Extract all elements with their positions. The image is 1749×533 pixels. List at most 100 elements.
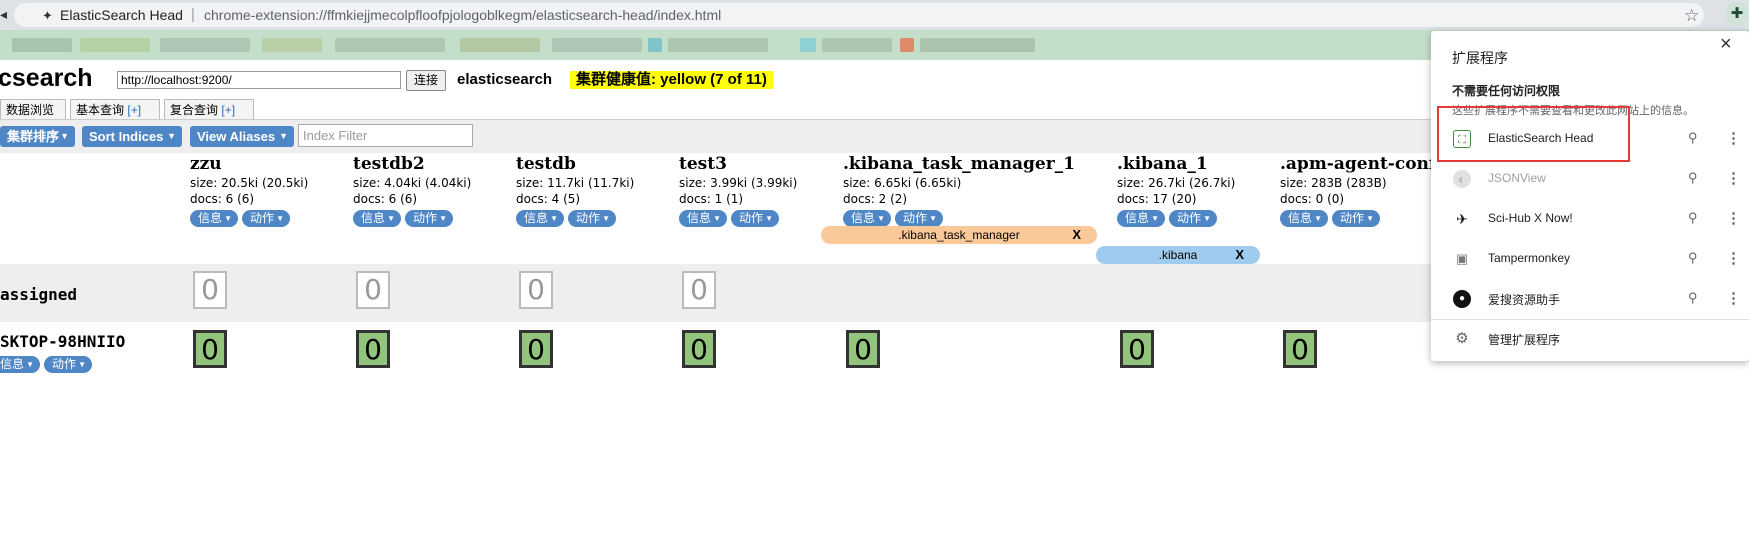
alias-remove-button[interactable]: X (1072, 226, 1081, 244)
extension-item-tampermonkey[interactable]: ▣ Tampermonkey ⚲ ⋮ (1431, 241, 1749, 277)
blurred-bookmark[interactable] (648, 38, 662, 52)
alias-kibana[interactable]: .kibana X (1096, 246, 1260, 264)
index-info-button[interactable]: 信息 ▼ (679, 210, 728, 227)
node-info-button[interactable]: 信息 ▼ (0, 356, 41, 373)
blurred-bookmark[interactable] (80, 38, 150, 52)
manage-extensions-button[interactable]: ⚙ 管理扩展程序 (1431, 321, 1749, 357)
tab-label: 数据浏览 (6, 103, 55, 117)
sort-indices-button[interactable]: Sort Indices ▼ (82, 126, 182, 147)
blurred-bookmark[interactable] (920, 38, 1035, 52)
caret-down-icon: ▼ (929, 214, 938, 223)
connect-button[interactable]: 连接 (406, 70, 446, 91)
pin-icon[interactable]: ⚲ (1688, 290, 1698, 306)
more-vert-icon[interactable]: ⋮ (1726, 289, 1741, 307)
back-icon[interactable]: ◂ (0, 6, 8, 22)
index-action-button[interactable]: 动作 ▼ (242, 210, 291, 227)
pill-label: 信息 (524, 211, 549, 225)
alias-kibana-task-manager[interactable]: .kibana_task_manager X (821, 226, 1097, 244)
started-shard[interactable]: 0 (356, 330, 390, 368)
tab-plus: [+] (221, 103, 236, 117)
bookmark-star-icon[interactable]: ☆ (1684, 6, 1699, 26)
blurred-bookmark[interactable] (12, 38, 72, 52)
extensions-puzzle-icon[interactable]: ✚ (1725, 2, 1749, 26)
blurred-bookmark[interactable] (900, 38, 914, 52)
close-icon[interactable]: × (1720, 33, 1732, 56)
caret-down-icon: ▼ (26, 360, 35, 369)
index-action-button[interactable]: 动作 ▼ (405, 210, 454, 227)
tab-compound-query[interactable]: 复合查询 [+] (164, 99, 254, 119)
pill-label: 信息 (198, 211, 223, 225)
extension-item-scihub[interactable]: ✈ Sci-Hub X Now! ⚲ ⋮ (1431, 201, 1749, 237)
node-action-button[interactable]: 动作 ▼ (44, 356, 93, 373)
popup-subtitle: 不需要任何访问权限 (1452, 84, 1561, 98)
button-label: Sort Indices (89, 129, 164, 144)
index-info-button[interactable]: 信息 ▼ (1280, 210, 1329, 227)
index-name: zzu (190, 154, 222, 174)
started-shard[interactable]: 0 (193, 330, 227, 368)
pin-icon[interactable]: ⚲ (1688, 170, 1698, 186)
more-vert-icon[interactable]: ⋮ (1726, 129, 1741, 147)
url-text[interactable]: chrome-extension://ffmkiejjmecolpfloofpj… (204, 7, 721, 23)
alias-remove-button[interactable]: X (1235, 246, 1244, 264)
unassigned-shard[interactable]: 0 (682, 271, 716, 309)
index-info-button[interactable]: 信息 ▼ (1117, 210, 1166, 227)
index-action-button[interactable]: 动作 ▼ (731, 210, 780, 227)
extension-item-aisou[interactable]: ● 爱搜资源助手 ⚲ ⋮ (1431, 281, 1749, 317)
cluster-sort-button[interactable]: 集群排序 ▼ (0, 126, 75, 147)
tab-basic-query[interactable]: 基本查询 [+] (70, 99, 160, 119)
index-column: .kibana_1 size: 26.7ki (26.7ki) docs: 17… (1117, 153, 1282, 227)
address-bar[interactable]: ✦ ElasticSearch Head | chrome-extension:… (14, 3, 1704, 27)
started-shard[interactable]: 0 (519, 330, 553, 368)
index-name: .kibana_1 (1117, 154, 1208, 174)
index-action-button[interactable]: 动作 ▼ (895, 210, 944, 227)
unassigned-label: assigned (0, 285, 78, 304)
unassigned-shard[interactable]: 0 (519, 271, 553, 309)
unassigned-shard[interactable]: 0 (356, 271, 390, 309)
index-info-button[interactable]: 信息 ▼ (190, 210, 239, 227)
extension-item-jsonview[interactable]: ◐ JSONView ⚲ ⋮ (1431, 161, 1749, 197)
started-shard[interactable]: 0 (1283, 330, 1317, 368)
extension-name: 爱搜资源助手 (1488, 293, 1561, 307)
started-shard[interactable]: 0 (846, 330, 880, 368)
extension-name: Tampermonkey (1488, 251, 1571, 265)
blurred-bookmark[interactable] (160, 38, 250, 52)
popup-divider (1431, 319, 1749, 320)
pin-icon[interactable]: ⚲ (1688, 130, 1698, 146)
caret-down-icon: ▼ (602, 214, 611, 223)
index-filter-input[interactable] (298, 124, 473, 147)
pill-label: 信息 (0, 357, 25, 371)
cluster-url-input[interactable] (117, 71, 401, 89)
blurred-bookmark[interactable] (335, 38, 445, 52)
blurred-bookmark[interactable] (822, 38, 892, 52)
index-docs: docs: 4 (5) (516, 192, 581, 206)
tab-data-browse[interactable]: 数据浏览 (0, 99, 66, 119)
blurred-bookmark[interactable] (800, 38, 816, 52)
started-shard[interactable]: 0 (1120, 330, 1154, 368)
blurred-bookmark[interactable] (552, 38, 642, 52)
index-action-button[interactable]: 动作 ▼ (568, 210, 617, 227)
pill-label: 动作 (576, 211, 601, 225)
manage-extensions-label: 管理扩展程序 (1488, 333, 1561, 347)
blurred-bookmark[interactable] (460, 38, 540, 52)
started-shard[interactable]: 0 (682, 330, 716, 368)
blurred-bookmark[interactable] (262, 38, 322, 52)
index-column: testdb size: 11.7ki (11.7ki) docs: 4 (5)… (516, 153, 681, 227)
index-docs: docs: 2 (2) (843, 192, 908, 206)
index-action-button[interactable]: 动作 ▼ (1332, 210, 1381, 227)
view-aliases-button[interactable]: View Aliases ▼ (190, 126, 294, 147)
more-vert-icon[interactable]: ⋮ (1726, 249, 1741, 267)
more-vert-icon[interactable]: ⋮ (1726, 169, 1741, 187)
index-info-button[interactable]: 信息 ▼ (353, 210, 402, 227)
jsonview-icon: ◐ (1453, 170, 1471, 188)
index-action-button[interactable]: 动作 ▼ (1169, 210, 1218, 227)
caret-down-icon: ▼ (387, 214, 396, 223)
index-info-button[interactable]: 信息 ▼ (843, 210, 892, 227)
extension-puzzle-icon: ✦ (42, 8, 53, 23)
unassigned-shard[interactable]: 0 (193, 271, 227, 309)
blurred-bookmark[interactable] (668, 38, 768, 52)
pill-label: 动作 (903, 211, 928, 225)
more-vert-icon[interactable]: ⋮ (1726, 209, 1741, 227)
index-info-button[interactable]: 信息 ▼ (516, 210, 565, 227)
pin-icon[interactable]: ⚲ (1688, 210, 1698, 226)
pin-icon[interactable]: ⚲ (1688, 250, 1698, 266)
